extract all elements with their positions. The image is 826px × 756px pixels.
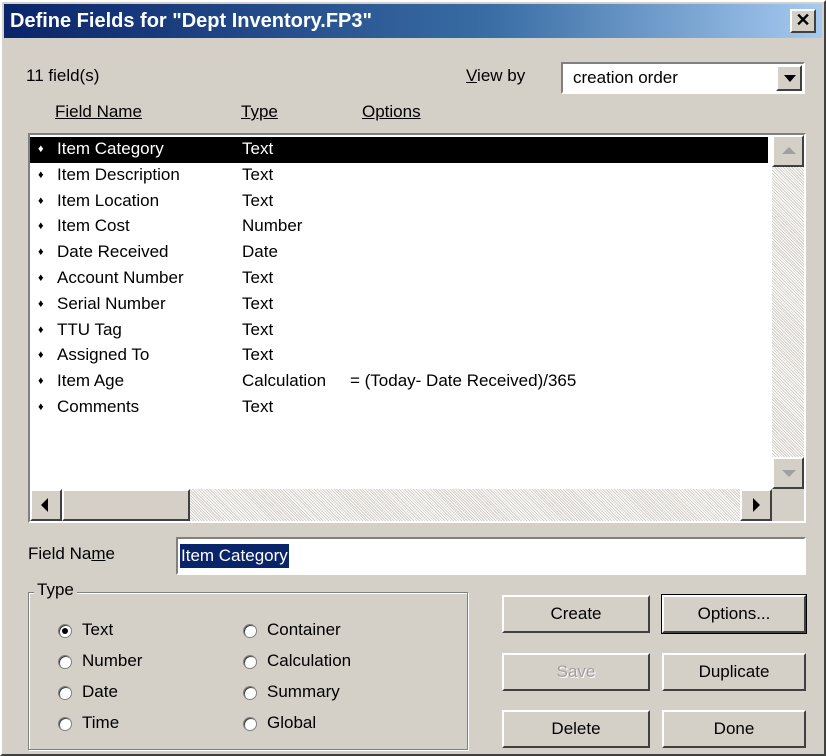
- field-row-name: Account Number: [57, 268, 184, 287]
- field-row[interactable]: ♦ Item Category Text: [30, 137, 768, 163]
- field-row-type: Text: [242, 345, 274, 365]
- field-marker-icon: ♦: [38, 168, 44, 181]
- arrow-down-icon: [782, 470, 796, 477]
- horizontal-scrollbar[interactable]: [30, 489, 772, 521]
- field-marker-icon: ♦: [38, 323, 44, 336]
- field-marker-icon: ♦: [38, 375, 44, 388]
- field-row-type: Date: [242, 242, 278, 262]
- field-marker-icon: ♦: [38, 272, 44, 284]
- field-marker-icon: ♦: [38, 220, 44, 233]
- column-header-type[interactable]: Type: [241, 102, 278, 122]
- scroll-down-button[interactable]: [772, 457, 804, 489]
- field-row-type: Text: [242, 319, 274, 339]
- field-row-name: Item Age: [57, 371, 125, 391]
- field-marker-icon: ♦: [38, 401, 44, 413]
- field-name-label: Field Name: [28, 544, 115, 563]
- scroll-left-button[interactable]: [30, 489, 62, 521]
- field-row-name: Item Cost: [57, 216, 130, 236]
- field-row[interactable]: ♦ Item Cost Number: [30, 214, 768, 240]
- view-by-select[interactable]: creation order: [561, 62, 805, 94]
- vertical-scrollbar[interactable]: [772, 135, 804, 489]
- field-row-type: Text: [242, 397, 274, 416]
- field-row[interactable]: ♦ Date Received Date: [30, 240, 768, 266]
- options-button[interactable]: Options...: [661, 594, 807, 634]
- field-row-name: Item Description: [57, 164, 180, 184]
- chevron-down-icon: [784, 75, 796, 82]
- type-option-label: Global: [267, 713, 317, 732]
- field-marker-icon: ♦: [38, 194, 44, 207]
- radio-button[interactable]: [58, 655, 72, 669]
- horizontal-scroll-thumb[interactable]: [62, 489, 190, 521]
- field-row[interactable]: ♦ Item Location Text: [30, 189, 768, 215]
- field-row[interactable]: ♦ Assigned To Text: [30, 343, 768, 369]
- field-row-type: Text: [242, 164, 274, 184]
- field-marker-icon: ♦: [38, 349, 44, 362]
- field-marker-icon: ♦: [38, 143, 44, 155]
- field-row-type: Text: [242, 293, 274, 313]
- scroll-up-button[interactable]: [772, 135, 804, 167]
- field-row[interactable]: ♦ Serial Number Text: [30, 292, 768, 318]
- title-bar: Define Fields for "Dept Inventory.FP3" ✕: [4, 4, 822, 38]
- duplicate-button[interactable]: Duplicate: [662, 653, 806, 691]
- field-row-name: Item Category: [57, 139, 164, 158]
- view-by-value: creation order: [573, 68, 678, 87]
- done-button[interactable]: Done: [662, 710, 806, 748]
- delete-button[interactable]: Delete: [502, 710, 650, 748]
- field-row[interactable]: ♦ Item Age Calculation = (Today- Date Recei…: [30, 369, 768, 395]
- field-count: 11 field(s): [26, 66, 100, 85]
- type-option-label: Calculation: [267, 651, 352, 670]
- field-name-value: Item Category: [180, 544, 289, 568]
- field-row-type: Calculation: [242, 371, 327, 391]
- field-row-options: = (Today- Date Received)/365: [350, 371, 577, 391]
- field-row[interactable]: ♦ Account Number Text: [30, 266, 768, 292]
- field-row-name: Serial Number: [57, 293, 166, 313]
- save-button[interactable]: Save: [502, 653, 650, 691]
- field-marker-icon: ♦: [38, 246, 44, 259]
- field-row[interactable]: ♦ TTU Tag Text: [30, 318, 768, 344]
- radio-button[interactable]: [243, 624, 257, 638]
- radio-button[interactable]: [58, 624, 72, 638]
- type-option-label: Text: [82, 620, 114, 639]
- type-option-label: Summary: [267, 682, 340, 701]
- view-by-label: View by: [466, 66, 526, 85]
- window-title: Define Fields for "Dept Inventory.FP3": [10, 10, 372, 32]
- column-header-field-name[interactable]: Field Name: [55, 102, 142, 122]
- field-row[interactable]: ♦ Item Description Text: [30, 163, 768, 189]
- radio-button[interactable]: [243, 655, 257, 669]
- create-button[interactable]: Create: [502, 595, 650, 633]
- type-option-label: Number: [82, 651, 143, 670]
- type-option-label: Time: [82, 713, 120, 732]
- type-option-label: Date: [82, 682, 118, 701]
- arrow-left-icon: [41, 498, 48, 512]
- radio-button[interactable]: [58, 717, 72, 731]
- field-row-name: Date Received: [57, 242, 169, 262]
- type-group-label: Type: [34, 580, 77, 600]
- field-name-input[interactable]: Item Category: [176, 537, 806, 575]
- field-row-name: Assigned To: [57, 345, 150, 365]
- scroll-right-button[interactable]: [740, 489, 772, 521]
- arrow-right-icon: [753, 498, 760, 512]
- arrow-up-icon: [782, 147, 796, 154]
- field-row-name: TTU Tag: [57, 319, 122, 339]
- radio-button[interactable]: [243, 686, 257, 700]
- close-button[interactable]: ✕: [790, 9, 816, 33]
- field-row-type: Number: [242, 216, 303, 236]
- radio-button[interactable]: [243, 717, 257, 731]
- field-row-type: Text: [242, 268, 274, 287]
- view-by-dropdown-button[interactable]: [776, 65, 802, 91]
- field-row[interactable]: ♦ Comments Text: [30, 395, 768, 421]
- scrollbar-corner: [772, 489, 804, 521]
- type-option-label: Container: [267, 620, 341, 639]
- field-list[interactable]: ♦ Item Category Text ♦ Item Description Text ♦…: [28, 133, 806, 523]
- radio-button[interactable]: [58, 686, 72, 700]
- field-marker-icon: ♦: [38, 297, 44, 310]
- field-row-type: Text: [242, 139, 274, 158]
- field-row-type: Text: [242, 190, 274, 210]
- field-row-name: Item Location: [57, 190, 160, 210]
- column-header-options[interactable]: Options: [362, 102, 421, 122]
- close-icon: ✕: [795, 10, 811, 30]
- field-row-name: Comments: [57, 397, 140, 416]
